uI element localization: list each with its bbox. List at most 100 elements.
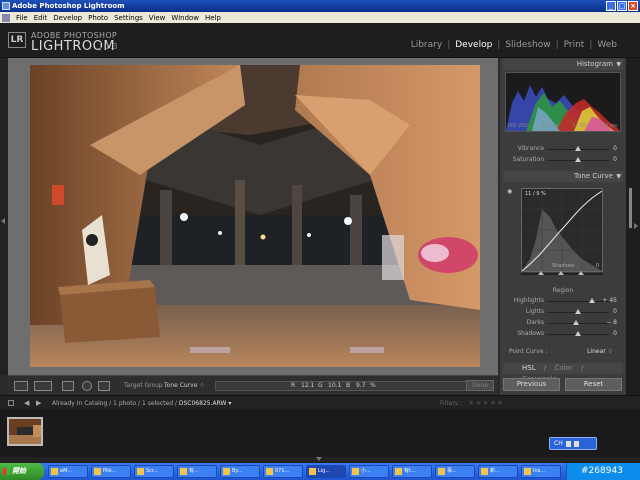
module-develop[interactable]: Develop bbox=[450, 40, 497, 50]
maximize-button[interactable]: □ bbox=[617, 1, 627, 11]
forward-arrow-icon[interactable]: ▶ bbox=[36, 399, 41, 407]
split-point-highlights[interactable] bbox=[578, 271, 584, 275]
taskbar-task[interactable]: 有... bbox=[177, 465, 217, 478]
tray-text: #268943 bbox=[581, 466, 623, 476]
module-slideshow[interactable]: Slideshow bbox=[500, 40, 555, 50]
collapse-right-icon[interactable] bbox=[634, 223, 638, 229]
taskbar-task[interactable]: By... bbox=[220, 465, 260, 478]
task-app-icon bbox=[94, 468, 101, 475]
slider-track[interactable] bbox=[547, 301, 609, 302]
tab-hsl[interactable]: HSL bbox=[519, 364, 539, 372]
panel-collapse-icon[interactable]: ▼ bbox=[616, 171, 621, 182]
tab-color[interactable]: Color bbox=[551, 364, 575, 372]
taskbar-task[interactable]: Ins... bbox=[521, 465, 561, 478]
before-after-button[interactable] bbox=[34, 381, 52, 391]
taskbar-task[interactable]: 071... bbox=[263, 465, 303, 478]
taskbar-task[interactable]: aM... bbox=[48, 465, 88, 478]
slider-knob[interactable] bbox=[575, 331, 581, 336]
thumbnail-image bbox=[9, 419, 41, 444]
help-icon bbox=[573, 440, 579, 447]
module-web[interactable]: Web bbox=[592, 40, 622, 50]
taskbar-task[interactable]: Pile... bbox=[91, 465, 131, 478]
slider-knob[interactable] bbox=[588, 298, 595, 303]
language-bar[interactable]: CH bbox=[549, 437, 597, 450]
red-eye-button[interactable] bbox=[98, 381, 110, 391]
minimize-button[interactable]: _ bbox=[606, 1, 616, 11]
rating-filter-stars[interactable]: ★★★★★ bbox=[468, 399, 504, 407]
expand-left-icon[interactable] bbox=[1, 218, 5, 224]
tone-curve-header[interactable]: Tone Curve ▼ bbox=[503, 171, 623, 182]
grid-view-icon[interactable] bbox=[8, 400, 14, 406]
split-point-midtones[interactable] bbox=[558, 271, 564, 275]
taskbar-task[interactable]: Lig... bbox=[306, 465, 346, 478]
menu-window[interactable]: Window bbox=[171, 14, 199, 22]
shutter-speed-value: 8.0 sec bbox=[600, 123, 618, 129]
task-app-icon bbox=[137, 468, 144, 475]
task-label: 小... bbox=[361, 468, 371, 474]
taskbar-task[interactable]: 事... bbox=[435, 465, 475, 478]
g-value: 10.1 bbox=[328, 382, 342, 389]
reset-button[interactable]: Reset bbox=[565, 378, 622, 391]
target-adjust-icon[interactable]: ◉ bbox=[507, 188, 512, 195]
left-panel-collapsed[interactable] bbox=[0, 58, 8, 375]
previous-button[interactable]: Previous bbox=[503, 378, 560, 391]
task-app-icon bbox=[180, 468, 187, 475]
back-arrow-icon[interactable]: ◀ bbox=[24, 399, 29, 407]
slider-knob[interactable] bbox=[575, 146, 581, 151]
darks-slider[interactable]: Darks − 8 bbox=[505, 318, 621, 328]
taskbar-task[interactable]: 有t... bbox=[392, 465, 432, 478]
slider-knob[interactable] bbox=[575, 157, 581, 162]
collapse-filmstrip-icon[interactable] bbox=[316, 457, 322, 461]
menu-settings[interactable]: Settings bbox=[114, 14, 143, 22]
module-picker: Library | Develop | Slideshow | Print | … bbox=[406, 40, 622, 50]
split-point-shadows[interactable] bbox=[538, 271, 544, 275]
taskbar-task[interactable]: 新... bbox=[478, 465, 518, 478]
slider-knob[interactable] bbox=[572, 320, 579, 325]
saturation-slider[interactable]: Saturation 0 bbox=[505, 155, 621, 165]
task-label: Ins... bbox=[533, 468, 546, 474]
target-group-select[interactable]: Tone Curve ♢ bbox=[164, 382, 205, 389]
right-panel-scrollbar[interactable] bbox=[626, 58, 640, 395]
crop-tool-button[interactable] bbox=[62, 381, 74, 391]
target-group-label: Target Group : bbox=[124, 382, 167, 389]
spot-removal-button[interactable] bbox=[82, 381, 92, 391]
menu-photo[interactable]: Photo bbox=[88, 14, 108, 22]
menu-help[interactable]: Help bbox=[205, 14, 221, 22]
taskbar-task[interactable]: Scr... bbox=[134, 465, 174, 478]
r-label: R bbox=[291, 382, 296, 389]
histogram-header[interactable]: Histogram ▼ bbox=[503, 59, 623, 70]
slider-knob[interactable] bbox=[575, 309, 581, 314]
module-library[interactable]: Library bbox=[406, 40, 447, 50]
panel-collapse-icon[interactable]: ▼ bbox=[616, 59, 621, 70]
task-label: By... bbox=[232, 468, 243, 474]
loupe-view-button[interactable] bbox=[14, 381, 28, 391]
lights-slider[interactable]: Lights 0 bbox=[505, 307, 621, 317]
curve-readout: 11 / 9 % bbox=[525, 191, 546, 197]
menu-file[interactable]: File bbox=[16, 14, 28, 22]
highlights-slider[interactable]: Highlights + 45 bbox=[505, 296, 621, 306]
filters-label: Filters : bbox=[440, 400, 462, 407]
scrollbar-thumb[interactable] bbox=[629, 188, 632, 228]
shadows-slider[interactable]: Shadows 0 bbox=[505, 329, 621, 339]
module-print[interactable]: Print bbox=[559, 40, 590, 50]
histogram-title: Histogram bbox=[576, 60, 613, 68]
done-button[interactable]: Done bbox=[466, 380, 494, 391]
filename-menu[interactable]: DSC06825.ARW ▾ bbox=[179, 400, 232, 407]
film-thumbnail[interactable] bbox=[7, 417, 43, 446]
point-curve-select[interactable]: Linear ♢ bbox=[587, 348, 613, 355]
start-button[interactable]: 開始 bbox=[0, 463, 44, 480]
photo-preview[interactable] bbox=[30, 65, 480, 367]
underpass-photo bbox=[30, 65, 480, 367]
windows-taskbar: 開始 aM... Pile... Scr... 有... By... 071... Lig.… bbox=[0, 463, 640, 480]
region-label: Region bbox=[552, 287, 574, 294]
vibrance-slider[interactable]: Vibrance 0 bbox=[505, 144, 621, 154]
menu-develop[interactable]: Develop bbox=[53, 14, 82, 22]
version-text: 1.3 bbox=[100, 42, 118, 51]
tone-curve-graph[interactable]: 11 / 9 % Shadows 0 bbox=[521, 188, 603, 272]
menu-view[interactable]: View bbox=[149, 14, 166, 22]
menu-edit[interactable]: Edit bbox=[34, 14, 48, 22]
close-button[interactable]: × bbox=[628, 1, 638, 11]
histogram-exif: ISO 200 20 mm f / 10 8.0 sec bbox=[505, 123, 621, 129]
taskbar-task[interactable]: 小... bbox=[349, 465, 389, 478]
system-menu-icon[interactable] bbox=[2, 13, 10, 22]
